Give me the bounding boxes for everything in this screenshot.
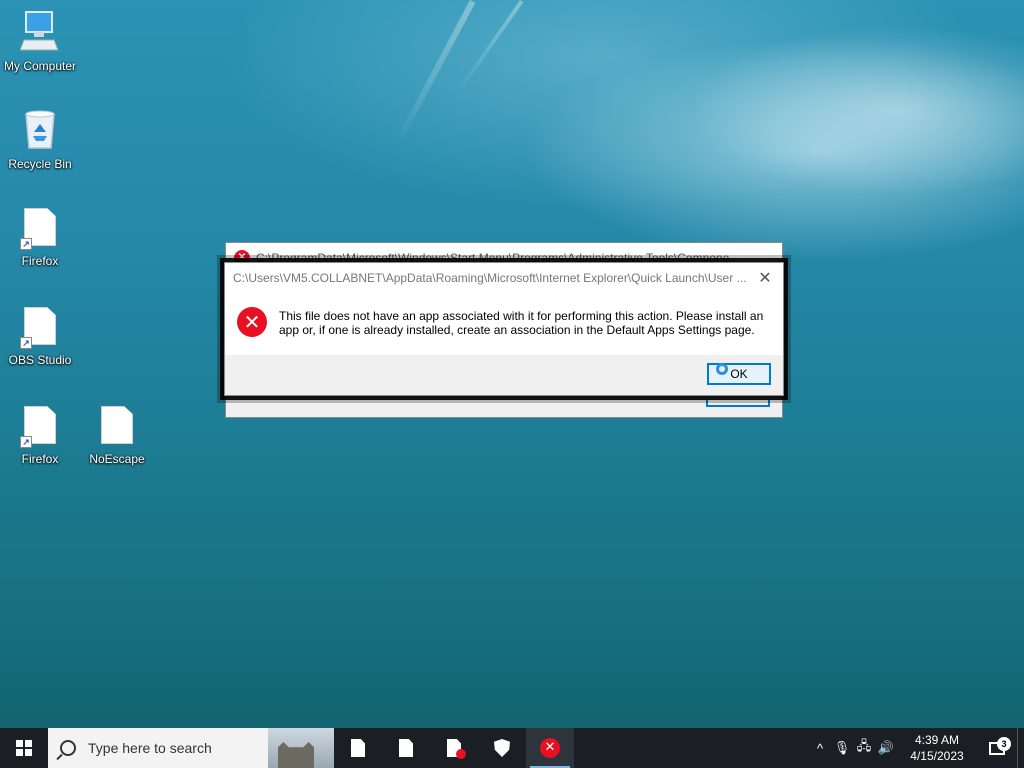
desktop-icon-label: Recycle Bin [8, 157, 72, 171]
taskbar: Type here to search ✕ ^ 🎙 🖧 🔊 4:39 AM 4/… [0, 728, 1024, 768]
desktop-icon-my-computer[interactable]: My Computer [0, 10, 80, 73]
error-icon: ✕ [237, 307, 267, 337]
error-icon: ✕ [540, 738, 560, 758]
clock-time: 4:39 AM [914, 733, 960, 747]
notification-center-button[interactable]: 3 [977, 736, 1017, 755]
clock[interactable]: 4:39 AM 4/15/2023 [897, 732, 977, 764]
start-button[interactable] [0, 728, 48, 768]
desktop-icon-label: Firefox [21, 254, 59, 268]
computer-icon [19, 11, 59, 51]
show-desktop-button[interactable] [1017, 728, 1024, 768]
desktop-icon-noescape[interactable]: NoEscape [77, 406, 157, 466]
close-icon[interactable]: ✕ [755, 268, 775, 288]
windows-logo-icon [16, 740, 32, 756]
error-dialog[interactable]: C:\Users\VM5.COLLABNET\AppData\Roaming\M… [224, 262, 784, 396]
search-icon [60, 740, 76, 756]
taskbar-app-file-2[interactable] [382, 728, 430, 768]
file-icon [97, 406, 137, 448]
desktop-icon-recycle-bin[interactable]: Recycle Bin [0, 108, 80, 171]
file-shortcut-icon: ↗ [20, 208, 60, 250]
volume-icon[interactable]: 🔊 [875, 740, 897, 756]
search-highlight-image [268, 728, 334, 768]
file-shortcut-icon: ↗ [20, 307, 60, 349]
taskbar-app-security[interactable] [478, 728, 526, 768]
busy-cursor-icon [716, 363, 728, 375]
desktop-icon-firefox-2[interactable]: ↗ Firefox [0, 406, 80, 466]
search-box[interactable]: Type here to search [48, 728, 334, 768]
clock-date: 4/15/2023 [910, 749, 964, 763]
record-icon [456, 749, 466, 759]
file-shortcut-icon: ↗ [20, 406, 60, 448]
ok-button-background [706, 399, 770, 407]
desktop-icon-label: My Computer [3, 59, 77, 73]
file-icon [399, 739, 413, 757]
dialog-titlebar: C:\Users\VM5.COLLABNET\AppData\Roaming\M… [225, 263, 783, 293]
dialog-body: ✕ This file does not have an app associa… [225, 293, 783, 355]
microphone-icon[interactable]: 🎙 [831, 740, 853, 756]
system-tray: ^ 🎙 🖧 🔊 4:39 AM 4/15/2023 3 [809, 728, 1024, 768]
desktop-icon-label: Firefox [21, 452, 59, 466]
taskbar-app-file-1[interactable] [334, 728, 382, 768]
shield-icon [494, 739, 510, 757]
desktop-icon-obs-studio[interactable]: ↗ OBS Studio [0, 307, 80, 367]
notification-badge: 3 [997, 736, 1011, 751]
error-message: This file does not have an app associate… [279, 309, 764, 337]
desktop-icon-label: NoEscape [89, 452, 145, 466]
desktop-icon-firefox[interactable]: ↗ Firefox [0, 208, 80, 268]
recycle-bin-icon [25, 110, 55, 149]
file-icon [351, 739, 365, 757]
chevron-up-icon[interactable]: ^ [809, 741, 831, 756]
dialog-title: C:\Users\VM5.COLLABNET\AppData\Roaming\M… [233, 271, 747, 285]
desktop-icon-label: OBS Studio [8, 353, 72, 367]
search-input[interactable]: Type here to search [88, 740, 212, 756]
taskbar-app-error-dialog[interactable]: ✕ [526, 728, 574, 768]
light-ray [394, 0, 476, 145]
taskbar-app-recorder[interactable] [430, 728, 478, 768]
network-icon[interactable]: 🖧 [853, 737, 875, 759]
dialog-footer: OK [225, 355, 783, 395]
